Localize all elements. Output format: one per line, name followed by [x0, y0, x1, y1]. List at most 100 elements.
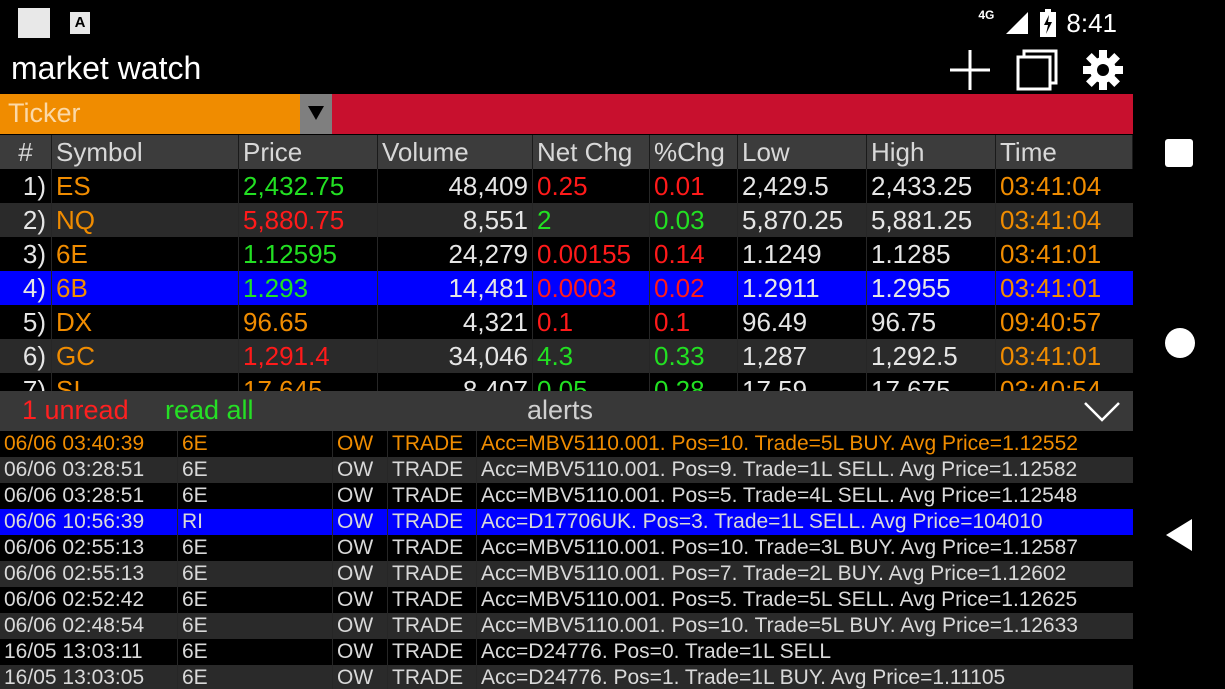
- alert-message: Acc=MBV5110.001. Pos=10. Trade=3L BUY. A…: [481, 536, 1078, 559]
- pct-chg-cell: 0.1: [650, 305, 738, 339]
- header-pct-chg[interactable]: %Chg: [650, 135, 738, 169]
- pct-chg-cell: 0.03: [650, 203, 738, 237]
- add-icon[interactable]: [947, 47, 993, 93]
- alert-row[interactable]: 06/06 03:28:51 6E OW TRADE Acc=MBV5110.001. …: [0, 457, 1133, 483]
- alert-type: TRADE: [388, 639, 477, 665]
- alert-code: OW: [333, 587, 388, 613]
- header-low[interactable]: Low: [738, 135, 867, 169]
- time-cell: 03:41:01: [1000, 239, 1102, 269]
- time-cell: 03:41:01: [1000, 341, 1102, 371]
- table-row[interactable]: 7) SI 17.645 8,407 0.05 0.28 17.59 17.675 03:40:…: [0, 373, 1133, 391]
- read-all-button[interactable]: read all: [165, 395, 254, 426]
- back-icon[interactable]: [1164, 518, 1194, 552]
- high-cell: 17.675: [867, 373, 996, 391]
- table-header: # Symbol Price Volume Net Chg %Chg Low H…: [0, 135, 1133, 169]
- unread-count[interactable]: 1 unread: [22, 395, 129, 426]
- volume-cell: 14,481: [378, 271, 533, 305]
- pct-chg-cell: 0.14: [650, 237, 738, 271]
- alert-row[interactable]: 06/06 03:28:51 6E OW TRADE Acc=MBV5110.001. …: [0, 483, 1133, 509]
- alert-symbol: 6E: [178, 587, 333, 613]
- table-row[interactable]: 1) ES 2,432.75 48,409 0.25 0.01 2,429.5 2,433.2…: [0, 169, 1133, 203]
- alert-code: OW: [333, 665, 388, 689]
- time-cell: 03:40:54: [1000, 375, 1102, 391]
- alert-row[interactable]: 16/05 13:03:11 6E OW TRADE Acc=D24776. Pos=0…: [0, 639, 1133, 665]
- clock: 8:41: [1066, 7, 1117, 38]
- alert-symbol: 6E: [178, 431, 333, 457]
- recents-icon[interactable]: [1164, 138, 1194, 168]
- table-body: 1) ES 2,432.75 48,409 0.25 0.01 2,429.5 2,433.2…: [0, 169, 1133, 391]
- header-num[interactable]: #: [0, 135, 52, 169]
- alert-row[interactable]: 06/06 10:56:39 RI OW TRADE Acc=D17706UK. Pos…: [0, 509, 1133, 535]
- header-price[interactable]: Price: [239, 135, 378, 169]
- alert-row[interactable]: 06/06 03:40:39 6E OW TRADE Acc=MBV5110.001. …: [0, 431, 1133, 457]
- volume-cell: 48,409: [378, 169, 533, 203]
- price-cell: 17.645: [239, 373, 378, 391]
- alert-code: OW: [333, 509, 388, 535]
- header-time[interactable]: Time: [996, 135, 1133, 169]
- alert-code: OW: [333, 483, 388, 509]
- home-icon[interactable]: [1164, 327, 1196, 359]
- alert-type: TRADE: [388, 457, 477, 483]
- header-symbol[interactable]: Symbol: [52, 135, 239, 169]
- chevron-down-icon[interactable]: [1083, 401, 1121, 423]
- alert-row[interactable]: 16/05 13:03:05 6E OW TRADE Acc=D24776. Pos=1…: [0, 665, 1133, 689]
- alert-code: OW: [333, 535, 388, 561]
- volume-cell: 24,279: [378, 237, 533, 271]
- price-cell: 96.65: [239, 305, 378, 339]
- alert-symbol: 6E: [178, 483, 333, 509]
- net-chg-cell: 2: [533, 203, 650, 237]
- alert-symbol: 6E: [178, 639, 333, 665]
- alert-row[interactable]: 06/06 02:55:13 6E OW TRADE Acc=MBV5110.001. …: [0, 561, 1133, 587]
- symbol-cell: 6E: [52, 237, 239, 271]
- alert-type: TRADE: [388, 509, 477, 535]
- alert-code: OW: [333, 639, 388, 665]
- table-row[interactable]: 4) 6B 1.293 14,481 0.0003 0.02 1.2911 1.2955 03:…: [0, 271, 1133, 305]
- price-cell: 1.12595: [239, 237, 378, 271]
- header-net-chg[interactable]: Net Chg: [533, 135, 650, 169]
- header-high[interactable]: High: [867, 135, 996, 169]
- alert-time: 06/06 10:56:39: [0, 509, 178, 535]
- time-cell: 03:41:01: [1000, 273, 1102, 303]
- table-row[interactable]: 5) DX 96.65 4,321 0.1 0.1 96.49 96.75 09:40:57: [0, 305, 1133, 339]
- copy-icon[interactable]: [1015, 48, 1059, 92]
- alert-row[interactable]: 06/06 02:55:13 6E OW TRADE Acc=MBV5110.001. …: [0, 535, 1133, 561]
- row-number: 3): [0, 237, 52, 271]
- price-cell: 1,291.4: [239, 339, 378, 373]
- time-cell: 09:40:57: [1000, 307, 1102, 337]
- app-bar-actions: [947, 46, 1125, 94]
- pct-chg-cell: 0.33: [650, 339, 738, 373]
- alert-type: TRADE: [388, 587, 477, 613]
- row-number: 6): [0, 339, 52, 373]
- notification-icon: [18, 8, 50, 38]
- ticker-dropdown[interactable]: Ticker: [0, 94, 300, 134]
- alerts-bar: 1 unread read all alerts: [0, 391, 1133, 431]
- table-row[interactable]: 3) 6E 1.12595 24,279 0.00155 0.14 1.1249 1.1285…: [0, 237, 1133, 271]
- price-cell: 2,432.75: [239, 169, 378, 203]
- net-chg-cell: 0.00155: [533, 237, 650, 271]
- alert-symbol: 6E: [178, 535, 333, 561]
- header-volume[interactable]: Volume: [378, 135, 533, 169]
- alert-message: Acc=D17706UK. Pos=3. Trade=1L SELL. Avg …: [481, 510, 1043, 533]
- alert-symbol: 6E: [178, 561, 333, 587]
- table-row[interactable]: 2) NQ 5,880.75 8,551 2 0.03 5,870.25 5,881.25 03…: [0, 203, 1133, 237]
- row-number: 5): [0, 305, 52, 339]
- alert-type: TRADE: [388, 483, 477, 509]
- alert-symbol: 6E: [178, 613, 333, 639]
- battery-icon: [1040, 9, 1057, 37]
- ticker-dropdown-button[interactable]: [300, 94, 332, 134]
- alert-message: Acc=MBV5110.001. Pos=7. Trade=2L BUY. Av…: [481, 562, 1067, 585]
- page-title: market watch: [11, 50, 202, 86]
- settings-icon[interactable]: [1081, 48, 1125, 92]
- alert-type: TRADE: [388, 535, 477, 561]
- high-cell: 5,881.25: [867, 203, 996, 237]
- high-cell: 1,292.5: [867, 339, 996, 373]
- alert-row[interactable]: 06/06 02:48:54 6E OW TRADE Acc=MBV5110.001. …: [0, 613, 1133, 639]
- table-row[interactable]: 6) GC 1,291.4 34,046 4.3 0.33 1,287 1,292.5 03:4…: [0, 339, 1133, 373]
- alert-row[interactable]: 06/06 02:52:42 6E OW TRADE Acc=MBV5110.001. …: [0, 587, 1133, 613]
- alert-time: 16/05 13:03:05: [0, 665, 178, 689]
- alert-message: Acc=MBV5110.001. Pos=5. Trade=4L SELL. A…: [481, 484, 1078, 507]
- price-cell: 5,880.75: [239, 203, 378, 237]
- alert-code: OW: [333, 431, 388, 457]
- row-number: 2): [0, 203, 52, 237]
- pct-chg-cell: 0.01: [650, 169, 738, 203]
